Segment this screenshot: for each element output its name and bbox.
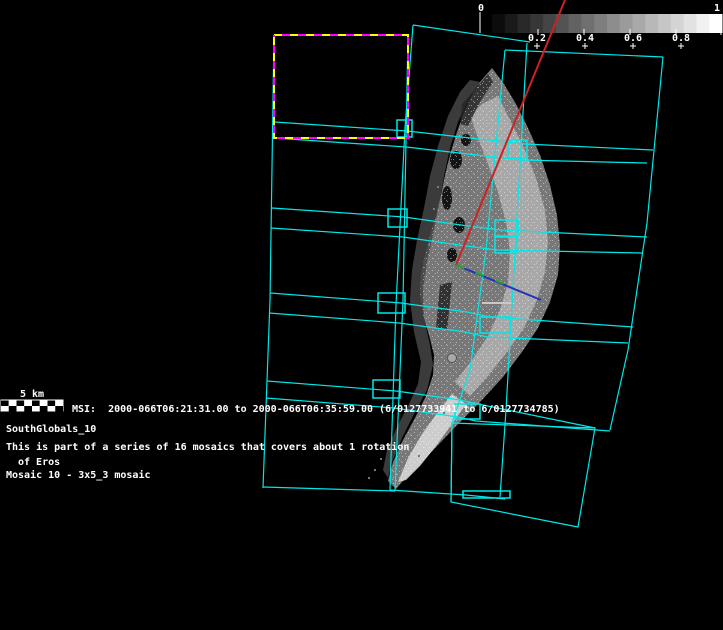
colorbar-tick-label-02: 0.2: [528, 33, 546, 44]
mosaic-footprint-line: [263, 35, 274, 488]
colorbar-step: [645, 14, 658, 33]
colorbar-step: [492, 14, 505, 33]
colorbar-max-label: 1: [714, 3, 720, 14]
status-text-block: MSI: 2000-066T06:21:31.00 to 2000-066T06…: [6, 404, 560, 481]
colorbar-label-plus-marks: [534, 43, 684, 49]
scale-bar-cell: [17, 401, 25, 407]
mosaic-line: Mosaic 10 - 3x5_3 mosaic: [6, 469, 151, 481]
mosaic-planner-canvas: 0 1 0.2 0.4 0.6 0.8 5 km MSI: 2000-066T0…: [0, 0, 723, 630]
sequence-name: SouthGlobals_10: [6, 424, 96, 435]
current-frame-dash-magenta: [274, 35, 408, 138]
scale-bar-cell: [1, 401, 9, 407]
scale-bar-cell: [32, 401, 40, 407]
scale-bar-cell: [40, 406, 48, 412]
colorbar-step: [696, 14, 709, 33]
scale-bar-cell: [55, 401, 63, 407]
colorbar-step: [633, 14, 646, 33]
colorbar-step: [505, 14, 518, 33]
colorbar-step: [581, 14, 594, 33]
colorbar-gradient: [492, 14, 723, 33]
scale-bar-cell: [40, 401, 48, 407]
scale-bar-checkerboard: [1, 401, 63, 412]
scale-bar-cell: [48, 406, 56, 412]
mosaic-planner-screen: 0 1 0.2 0.4 0.6 0.8 5 km MSI: 2000-066T0…: [0, 0, 723, 630]
scale-bar-cell: [9, 401, 17, 407]
colorbar-tick-label-04: 0.4: [576, 33, 594, 44]
colorbar-step: [620, 14, 633, 33]
current-frame-dash-yellow: [274, 35, 408, 138]
scale-bar-cell: [9, 406, 17, 412]
colorbar-min-label: 0: [478, 3, 484, 14]
colorbar-step: [671, 14, 684, 33]
scale-bar-cell: [32, 406, 40, 412]
scale-bar-cell: [17, 406, 25, 412]
scale-bar-cell: [24, 406, 32, 412]
scale-bar-cell: [55, 406, 63, 412]
description-line-1: This is part of a series of 16 mosaics t…: [6, 441, 409, 453]
colorbar-step: [658, 14, 671, 33]
status-line: MSI: 2000-066T06:21:31.00 to 2000-066T06…: [72, 404, 560, 415]
eros-surface-dot: [448, 354, 457, 363]
colorbar-step: [569, 14, 582, 33]
scale-bar-label: 5 km: [20, 389, 44, 400]
colorbar-step: [530, 14, 543, 33]
colorbar: 0 1 0.2 0.4 0.6 0.8: [478, 3, 723, 49]
mosaic-footprint-line: [610, 57, 663, 430]
description-line-2: of Eros: [18, 457, 60, 468]
colorbar-step: [607, 14, 620, 33]
mosaic-footprint-line: [263, 487, 395, 491]
mosaic-footprint-line: [451, 423, 595, 527]
scale-bar: 5 km: [1, 389, 64, 412]
scale-bar-cell: [48, 401, 56, 407]
colorbar-step: [684, 14, 697, 33]
scale-bar-cell: [24, 401, 32, 407]
colorbar-step: [518, 14, 531, 33]
eros-bright-streak: [482, 302, 512, 304]
colorbar-step: [594, 14, 607, 33]
scale-bar-cell: [1, 406, 9, 412]
colorbar-tick-label-08: 0.8: [672, 33, 690, 44]
mosaic-footprint-line: [505, 50, 663, 57]
current-frame-dashed-outline: [274, 35, 408, 138]
colorbar-tick-label-06: 0.6: [624, 33, 642, 44]
